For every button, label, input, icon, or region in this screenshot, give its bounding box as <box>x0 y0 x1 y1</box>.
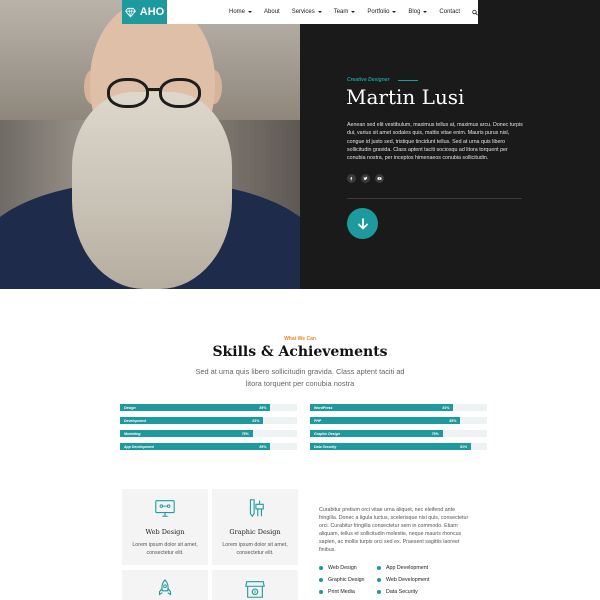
list-item: Web Design <box>319 565 377 571</box>
skill-bar: PHP 85% <box>310 417 487 424</box>
section-kicker: What We Can <box>284 336 316 342</box>
service-card[interactable]: Graphic Design Lorem ipsum dolor sit ame… <box>212 489 298 565</box>
chevron-down-icon <box>423 11 428 13</box>
hero-section: Creative Designer Martin Lusi Aenean sed… <box>0 0 600 289</box>
bullet-icon <box>319 590 323 594</box>
skill-label: WordPress <box>314 405 333 410</box>
list-item: Data Security <box>377 589 467 595</box>
skill-value: 91% <box>460 444 468 449</box>
skill-label: Development <box>124 418 146 423</box>
service-title: Graphic Design <box>229 528 281 536</box>
skill-label: App Development <box>124 444 154 449</box>
main-nav: Home About Services Team Portfolio Blog … <box>167 0 478 24</box>
chevron-down-icon <box>392 11 397 13</box>
hero-tagline: Creative Designer <box>347 77 418 83</box>
nav-home[interactable]: Home <box>229 9 253 15</box>
profile-photo <box>0 0 300 289</box>
service-card[interactable] <box>212 570 298 600</box>
list-item: Print Media <box>319 589 377 595</box>
chevron-down-icon <box>248 11 253 13</box>
skill-bar: Development 81% <box>120 417 297 424</box>
skill-label: Graphic Design <box>314 431 340 436</box>
service-desc: Lorem ipsum dolor sit amet, consectetur … <box>222 542 288 556</box>
nav-team[interactable]: Team <box>334 9 356 15</box>
skill-value: 75% <box>431 431 439 436</box>
skill-bar: Marketing 75% <box>120 430 297 437</box>
about-text: Curabitur pretium orci vitae urna alique… <box>319 507 469 553</box>
skill-value: 81% <box>252 418 260 423</box>
section-title: Skills & Achievements <box>212 344 388 360</box>
shop-icon <box>245 581 265 598</box>
skill-label: PHP <box>314 418 322 423</box>
nav-portfolio[interactable]: Portfolio <box>367 9 397 15</box>
hero-bio: Aenean sed elit vestibulum, maximus tell… <box>347 122 523 162</box>
service-card[interactable]: Web Design Lorem ipsum dolor sit amet, c… <box>122 489 208 565</box>
pen-tools-icon <box>249 499 264 518</box>
list-item: Web Development <box>377 577 467 583</box>
nav-blog[interactable]: Blog <box>408 9 428 15</box>
youtube-icon[interactable] <box>375 174 384 183</box>
chevron-down-icon <box>351 11 356 13</box>
chevron-down-icon <box>317 11 322 13</box>
skill-label: Marketing <box>124 431 141 436</box>
hero-name: Martin Lusi <box>346 85 465 109</box>
nav-about[interactable]: About <box>264 9 280 15</box>
divider <box>347 198 522 199</box>
search-icon[interactable] <box>472 9 478 16</box>
list-item: App Development <box>377 565 467 571</box>
scroll-down-button[interactable] <box>347 208 378 239</box>
facebook-icon[interactable] <box>347 174 356 183</box>
brand-logo[interactable]: AHO <box>122 0 167 24</box>
section-subtitle: Sed at urna quis libero sollicitudin gra… <box>195 367 405 388</box>
skill-bars-right: WordPress 81% PHP 85% Graphic Design 75% Da… <box>310 404 487 456</box>
arrow-down-icon <box>357 217 368 229</box>
skill-value: 85% <box>259 444 267 449</box>
bullet-icon <box>377 566 381 570</box>
skill-bar: Graphic Design 75% <box>310 430 487 437</box>
skill-value: 81% <box>442 405 450 410</box>
bullet-icon <box>377 590 381 594</box>
bullet-icon <box>377 578 381 582</box>
skill-bar: Data Security 91% <box>310 443 487 450</box>
service-card[interactable] <box>122 570 208 600</box>
skill-label: Design <box>124 405 136 410</box>
skill-bar: WordPress 81% <box>310 404 487 411</box>
bullet-icon <box>319 566 323 570</box>
skill-value: 85% <box>449 418 457 423</box>
twitter-icon[interactable] <box>361 174 370 183</box>
list-item: Graphic Design <box>319 577 377 583</box>
skill-bar: Design 85% <box>120 404 297 411</box>
skill-value: 85% <box>259 405 267 410</box>
diamond-icon <box>124 7 136 18</box>
skill-bars-left: Design 85% Development 81% Marketing 75% Ap… <box>120 404 297 456</box>
service-desc: Lorem ipsum dolor sit amet, consectetur … <box>132 542 198 556</box>
skill-label: Data Security <box>314 444 337 449</box>
service-title: Web Design <box>145 528 185 536</box>
skill-bar: App Development 85% <box>120 443 297 450</box>
feature-list: Web Design App Development Graphic Desig… <box>319 565 479 595</box>
nav-services[interactable]: Services <box>292 9 322 15</box>
skill-value: 75% <box>241 431 249 436</box>
monitor-icon <box>155 500 175 517</box>
rocket-icon <box>158 579 172 596</box>
bullet-icon <box>319 578 323 582</box>
social-links <box>347 174 384 183</box>
nav-contact[interactable]: Contact <box>439 9 460 15</box>
